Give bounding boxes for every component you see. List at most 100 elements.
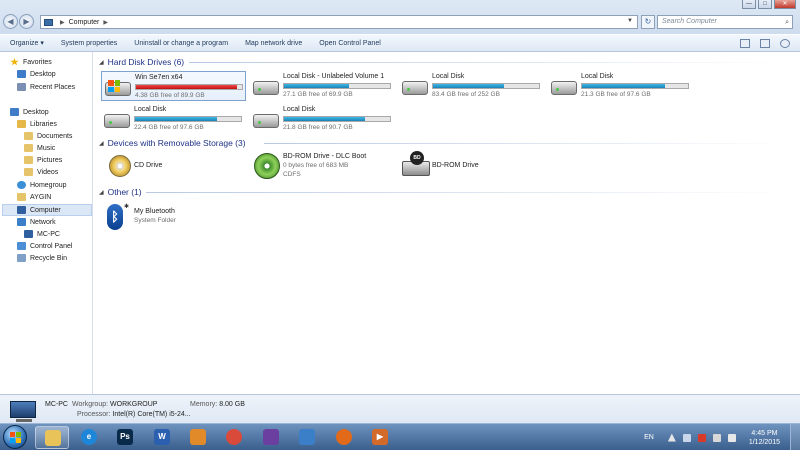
collapse-arrow-icon[interactable]: ◢: [99, 189, 104, 196]
show-hidden-icons-icon[interactable]: [667, 433, 676, 442]
nav-recent-places[interactable]: Recent Places: [17, 83, 75, 91]
search-icon[interactable]: ⌕: [785, 17, 789, 29]
windows-explorer-icon: [45, 430, 61, 446]
drive-tile[interactable]: Local Disk 83.4 GB free of 252 GB: [399, 71, 544, 101]
network-icon: [17, 218, 26, 226]
address-bar[interactable]: ▶ Computer ▶ ▼: [40, 15, 638, 29]
taskbar-media-player-button[interactable]: ▶: [363, 426, 397, 449]
clock[interactable]: 4:45 PM 1/12/2015: [749, 429, 780, 447]
group-title: Hard Disk Drives (6): [107, 57, 185, 67]
taskbar-word-button[interactable]: W: [145, 426, 179, 449]
organize-button[interactable]: Organize ▾: [10, 39, 44, 47]
drive-tile[interactable]: Local Disk 21.3 GB free of 97.6 GB: [548, 71, 693, 101]
taskbar-windows-explorer-button[interactable]: [35, 426, 69, 449]
show-desktop-button[interactable]: [790, 424, 800, 450]
taskbar-internet-explorer-button[interactable]: e: [72, 426, 106, 449]
bd-rom-dlc-boot-tile[interactable]: BD-ROM Drive - DLC Boot 0 bytes free of …: [250, 151, 395, 181]
help-icon[interactable]: [780, 39, 790, 48]
system-properties-button[interactable]: System properties: [61, 40, 117, 47]
change-view-icon[interactable]: [740, 39, 750, 48]
map-network-drive-button[interactable]: Map network drive: [245, 40, 302, 47]
drive-usage-fill: [284, 84, 349, 88]
taskbar-visual-studio-button[interactable]: [254, 426, 288, 449]
action-center-icon[interactable]: [697, 433, 706, 442]
taskbar-photoshop-button[interactable]: Ps: [108, 426, 142, 449]
drive-tile[interactable]: Local Disk - Unlabeled Volume 1 27.1 GB …: [250, 71, 395, 101]
open-control-panel-button[interactable]: Open Control Panel: [319, 40, 380, 47]
back-button[interactable]: ◀: [3, 14, 18, 29]
content-pane: ◢ Hard Disk Drives (6) Win Se7en x64 4.38…: [94, 52, 800, 394]
drive-name: Local Disk: [134, 106, 167, 113]
music-icon: [24, 144, 33, 152]
libraries-icon: [17, 120, 26, 128]
system-tray: EN 4:45 PM 1/12/2015: [644, 424, 800, 450]
collapse-arrow-icon[interactable]: ◢: [99, 59, 104, 66]
drive-free-space: 21.8 GB free of 90.7 GB: [283, 124, 353, 131]
nav-recycle-bin[interactable]: Recycle Bin: [17, 254, 67, 262]
nav-videos[interactable]: Videos: [24, 168, 58, 176]
group-header-other[interactable]: ◢ Other (1): [99, 187, 142, 197]
nav-desktop[interactable]: Desktop: [10, 108, 49, 116]
taskbar-media-app-button[interactable]: [181, 426, 215, 449]
group-title: Devices with Removable Storage (3): [107, 138, 246, 148]
navigation-pane: Favorites Desktop Recent Places Desktop …: [0, 52, 93, 394]
drive-name: Win Se7en x64: [135, 74, 183, 81]
nav-network[interactable]: Network: [17, 218, 56, 226]
forward-button[interactable]: ▶: [19, 14, 34, 29]
windows-logo-icon: [108, 80, 120, 92]
drive-free-space: 4.38 GB free of 89.9 GB: [135, 92, 205, 99]
drive-free-space: 83.4 GB free of 252 GB: [432, 91, 500, 98]
group-header-removable-storage[interactable]: ◢ Devices with Removable Storage (3): [99, 138, 246, 148]
close-button[interactable]: ✕: [774, 0, 796, 9]
nav-control-panel[interactable]: Control Panel: [17, 242, 72, 250]
nav-label: Libraries: [30, 120, 57, 128]
nav-computer[interactable]: Computer: [2, 204, 92, 216]
bd-rom-drive-tile[interactable]: BD BD-ROM Drive: [399, 151, 544, 181]
details-pane: MC-PC Workgroup: WORKGROUP Memory: 8.00 …: [0, 394, 800, 423]
nav-pictures[interactable]: Pictures: [24, 156, 62, 164]
nav-music[interactable]: Music: [24, 144, 55, 152]
editor-app-icon: [299, 429, 315, 445]
refresh-button[interactable]: ↻: [641, 15, 655, 29]
network-tray-icon[interactable]: [682, 433, 691, 442]
drive-tile[interactable]: Win Se7en x64 4.38 GB free of 89.9 GB: [101, 71, 246, 101]
preview-pane-icon[interactable]: [760, 39, 770, 48]
taskbar-chrome-button[interactable]: [217, 426, 251, 449]
address-dropdown-icon[interactable]: ▼: [627, 18, 633, 24]
volume-icon[interactable]: [727, 433, 736, 442]
uninstall-program-button[interactable]: Uninstall or change a program: [134, 40, 228, 47]
nav-label: Documents: [37, 132, 73, 140]
my-bluetooth-tile[interactable]: ᛒ ✱ My Bluetooth System Folder: [94, 204, 239, 234]
display-tray-icon[interactable]: [712, 433, 721, 442]
taskbar-editor-app-button[interactable]: [290, 426, 324, 449]
breadcrumb-computer[interactable]: Computer: [69, 19, 100, 26]
cd-drive-tile[interactable]: CD Drive: [101, 151, 246, 181]
maximize-button[interactable]: □: [758, 0, 772, 9]
group-header-hard-disk-drives[interactable]: ◢ Hard Disk Drives (6): [99, 57, 184, 67]
user-folder-icon: [17, 193, 26, 201]
drive-usage-fill: [582, 84, 665, 88]
drive-usage-fill: [136, 85, 237, 89]
collapse-arrow-icon[interactable]: ◢: [99, 140, 104, 147]
recent-places-icon: [17, 83, 26, 91]
minimize-button[interactable]: —: [742, 0, 756, 9]
start-button[interactable]: [3, 425, 27, 449]
nav-mc-pc[interactable]: MC-PC: [24, 230, 60, 238]
drive-tile[interactable]: Local Disk 21.8 GB free of 90.7 GB: [250, 104, 395, 134]
nav-aygin[interactable]: AYGIN: [17, 193, 51, 201]
breadcrumb-arrow-icon[interactable]: ▶: [103, 19, 108, 26]
word-icon: W: [154, 429, 170, 445]
group-divider: [264, 143, 789, 144]
language-indicator[interactable]: EN: [644, 434, 654, 441]
nav-label: MC-PC: [37, 230, 60, 238]
nav-documents[interactable]: Documents: [24, 132, 72, 140]
nav-homegroup[interactable]: Homegroup: [17, 181, 67, 189]
search-input[interactable]: Search Computer ⌕: [657, 15, 793, 29]
drive-tile[interactable]: Local Disk 22.4 GB free of 97.6 GB: [101, 104, 246, 134]
nav-favorites[interactable]: Favorites: [10, 58, 52, 66]
breadcrumb-arrow-icon: ▶: [60, 19, 65, 26]
nav-desktop-favorite[interactable]: Desktop: [17, 70, 56, 78]
nav-libraries[interactable]: Libraries: [17, 120, 57, 128]
desktop-icon: [17, 70, 26, 78]
taskbar-firefox-button[interactable]: [327, 426, 361, 449]
